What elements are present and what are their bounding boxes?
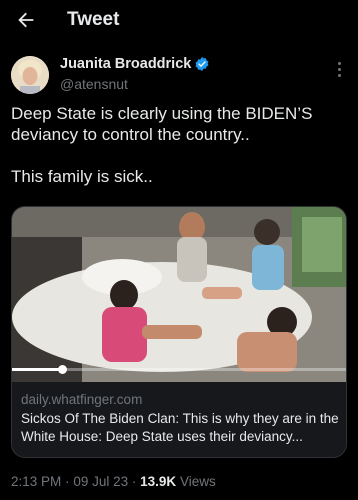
tweet-time[interactable]: 2:13 PM [11, 474, 61, 489]
tweet-text: Deep State is clearly using the BIDEN’S … [11, 103, 341, 187]
page-title: Tweet [67, 9, 120, 30]
tweet-date[interactable]: 09 Jul 23 [73, 474, 128, 489]
tweet-meta: 2:13 PM · 09 Jul 23 · 13.9K Views [11, 474, 216, 489]
author-name-row[interactable]: Juanita Broaddrick [60, 56, 210, 72]
arrow-left-icon[interactable] [14, 9, 38, 31]
avatar[interactable] [11, 56, 49, 94]
meta-separator-2: · [131, 474, 137, 489]
avatar-image [11, 56, 49, 94]
video-progress-bar[interactable] [12, 365, 346, 374]
views-count: 13.9K [140, 474, 177, 489]
tweet-body: Deep State is clearly using the BIDEN’S … [11, 104, 313, 186]
views-label: Views [179, 474, 216, 489]
card-title[interactable]: Sickos Of The Biden Clan: This is why th… [21, 410, 343, 446]
more-options-icon[interactable] [336, 62, 342, 80]
link-card[interactable]: daily.whatfinger.com Sickos Of The Biden… [11, 206, 347, 458]
meta-separator: · [65, 474, 70, 489]
verified-badge-icon [195, 57, 209, 71]
card-domain: daily.whatfinger.com [21, 392, 143, 407]
author-display-name[interactable]: Juanita Broaddrick [60, 56, 191, 72]
author-handle[interactable]: @atensnut [60, 76, 128, 92]
video-progress-fill [12, 368, 63, 371]
top-bar: Tweet [0, 0, 358, 40]
video-thumbnail[interactable] [12, 207, 347, 382]
